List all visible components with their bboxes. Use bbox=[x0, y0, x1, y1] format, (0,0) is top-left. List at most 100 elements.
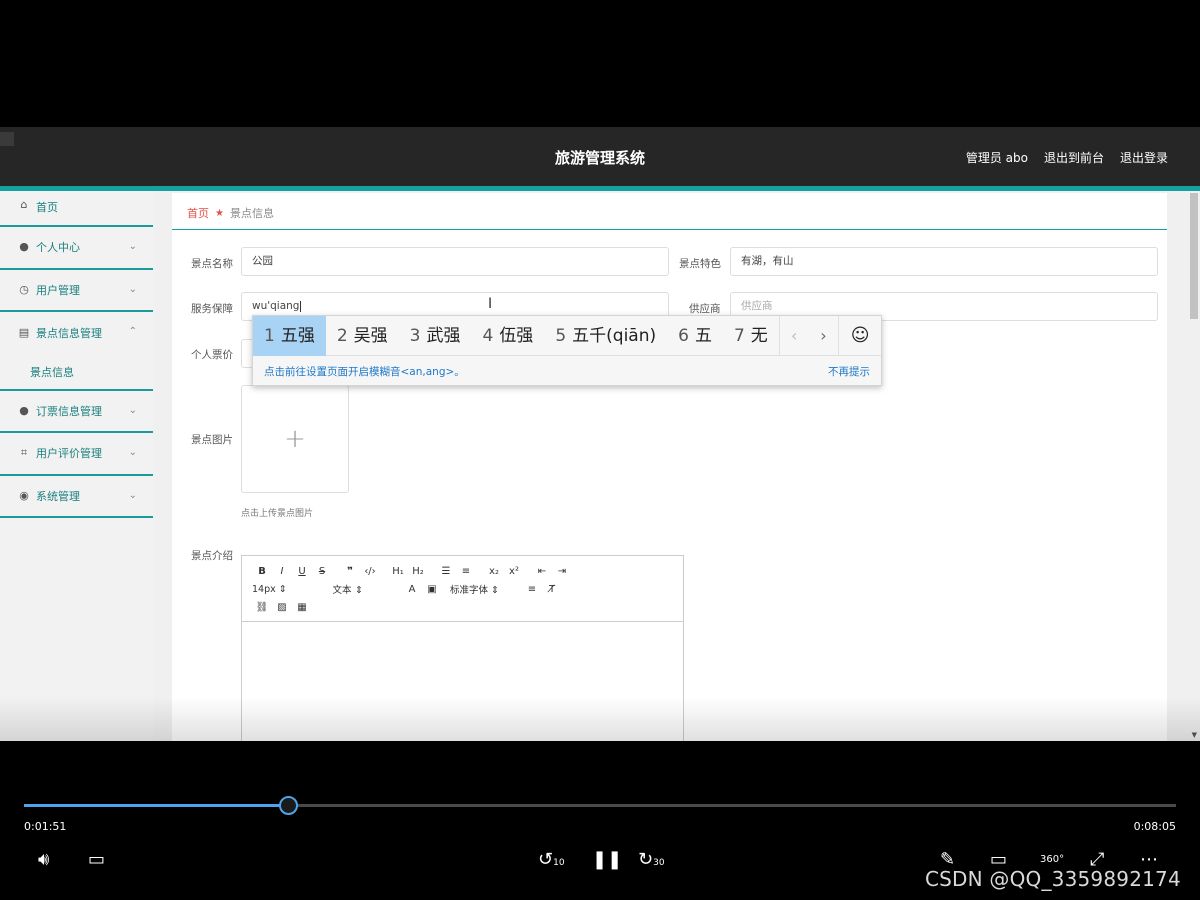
sidebar-item-review-management[interactable]: ⌗ 用户评价管理 ⌄ bbox=[0, 433, 153, 476]
candidate-number: 7 bbox=[733, 325, 745, 346]
candidate-number: 6 bbox=[678, 325, 689, 346]
video-icon[interactable]: ▦ bbox=[292, 602, 312, 613]
sidebar-item-label: 首页 bbox=[36, 201, 58, 214]
font-family-select[interactable]: 标准字体 ⇕ bbox=[450, 582, 522, 596]
attraction-feature-input[interactable]: 有湖，有山 bbox=[730, 247, 1158, 276]
heading1-icon[interactable]: H₁ bbox=[388, 566, 408, 577]
user-icon: ● bbox=[19, 240, 29, 254]
code-block-icon[interactable]: ‹/› bbox=[360, 566, 380, 577]
ime-candidate[interactable]: 7无 bbox=[723, 316, 779, 356]
sidebar-item-label: 用户评价管理 bbox=[36, 447, 102, 461]
sidebar-item-system-management[interactable]: ◉ 系统管理 ⌄ bbox=[0, 476, 153, 518]
breadcrumb-home[interactable]: 首页 bbox=[187, 205, 209, 221]
ime-next-page-icon[interactable]: › bbox=[809, 316, 839, 356]
toolbar-row-1: B I U S ❞ ‹/› H₁ H₂ ☰ ≡ x₂ x² ⇤ ⇥ bbox=[252, 562, 673, 580]
sidebar-item-label: 系统管理 bbox=[36, 489, 80, 503]
toolbar-row-3: ⛓ ▨ ▦ bbox=[252, 598, 673, 616]
image-icon[interactable]: ▨ bbox=[272, 602, 292, 613]
attraction-name-input[interactable]: 公园 bbox=[241, 247, 669, 276]
current-time: 0:01:51 bbox=[24, 820, 67, 833]
video-player-controls: 0:01:51 0:08:05 🔊︎ ▭ ↺10 ❚❚ ↻30 ✎ ▭ 360°… bbox=[0, 741, 1200, 900]
emoji-icon[interactable]: ☺ bbox=[838, 315, 881, 356]
strike-icon[interactable]: S bbox=[312, 566, 332, 577]
ime-candidate[interactable]: 1 五强 bbox=[253, 315, 326, 356]
font-size-select[interactable]: 14px ⇕ bbox=[252, 584, 322, 595]
candidate-number: 1 bbox=[264, 325, 275, 346]
outdent-icon[interactable]: ⇤ bbox=[532, 566, 552, 577]
attraction-name-label: 景点名称 bbox=[191, 258, 233, 270]
ime-fuzzy-tip-link[interactable]: 点击前往设置页面开启模糊音<an,ang>。 bbox=[264, 364, 465, 379]
ime-candidate[interactable]: 2 吴强 bbox=[326, 316, 399, 356]
vr-360-button[interactable]: 360° bbox=[1040, 854, 1064, 865]
candidate-number: 2 bbox=[336, 325, 348, 346]
candidate-number: 4 bbox=[482, 325, 494, 346]
blockquote-icon[interactable]: ❞ bbox=[340, 566, 360, 577]
header-accent-line bbox=[0, 186, 1200, 191]
align-icon[interactable]: ≡ bbox=[522, 584, 542, 595]
window-menu-icon[interactable] bbox=[0, 132, 14, 146]
seek-bar[interactable] bbox=[24, 796, 1176, 815]
app-frame: 旅游管理系统 管理员 abo 退出到前台 退出登录 ⌂ 首页 ● 个人中心 ⌄ … bbox=[0, 127, 1200, 741]
ime-dismiss-link[interactable]: 不再提示 bbox=[828, 364, 870, 379]
underline-icon[interactable]: U bbox=[292, 566, 312, 577]
forward-button[interactable]: ↻30 bbox=[638, 849, 665, 870]
ime-candidate[interactable]: 4 伍强 bbox=[471, 316, 544, 356]
breadcrumb: 首页 ★ 景点信息 bbox=[187, 205, 274, 221]
candidate-text: 无 bbox=[750, 325, 768, 346]
breadcrumb-current: 景点信息 bbox=[229, 207, 274, 220]
chevron-down-icon: ⌄ bbox=[128, 283, 137, 295]
text-style-value: 文本 bbox=[332, 585, 352, 596]
bullet-list-icon[interactable]: ≡ bbox=[456, 566, 476, 577]
logout-link[interactable]: 退出登录 bbox=[1120, 149, 1168, 166]
pause-icon[interactable]: ❚❚ bbox=[592, 849, 622, 870]
text-cursor-icon: I bbox=[488, 296, 493, 312]
indent-icon[interactable]: ⇥ bbox=[552, 566, 572, 577]
sidebar-item-home[interactable]: ⌂ 首页 bbox=[0, 191, 153, 227]
chevron-down-icon: ⌄ bbox=[128, 241, 137, 252]
sidebar-item-user-management[interactable]: ◷ 用户管理 ⌄ bbox=[0, 270, 153, 312]
sidebar-item-personal-center[interactable]: ● 个人中心 ⌄ bbox=[0, 227, 153, 270]
scrollbar-thumb[interactable] bbox=[1190, 193, 1198, 319]
text-style-select[interactable]: 文本 ⇕ bbox=[332, 582, 402, 596]
candidate-text: 五千(qiān) bbox=[572, 325, 657, 346]
candidate-text: 伍强 bbox=[499, 325, 534, 346]
link-icon[interactable]: ⛓ bbox=[252, 602, 272, 613]
image-upload-box[interactable]: + bbox=[241, 385, 349, 493]
seek-bar-handle[interactable] bbox=[278, 796, 298, 815]
ordered-list-icon[interactable]: ☰ bbox=[436, 566, 456, 577]
candidate-number: 3 bbox=[409, 325, 421, 346]
superscript-icon[interactable]: x² bbox=[504, 566, 524, 577]
vr-360-label: 360° bbox=[1040, 854, 1065, 865]
attraction-image-label: 景点图片 bbox=[191, 434, 233, 446]
subtitles-icon[interactable]: ▭ bbox=[88, 849, 105, 870]
ime-candidate[interactable]: 3 武强 bbox=[399, 316, 472, 356]
font-color-icon[interactable]: A bbox=[402, 584, 422, 595]
volume-icon[interactable]: 🔊︎ bbox=[38, 849, 49, 870]
sidebar-item-booking-management[interactable]: ● 订票信息管理 ⌄ bbox=[0, 391, 153, 433]
italic-icon[interactable]: I bbox=[272, 566, 292, 577]
compass-icon: ◉ bbox=[19, 488, 29, 502]
upload-hint: 点击上传景点图片 bbox=[241, 509, 314, 519]
sidebar-item-attraction-management[interactable]: ▤ 景点信息管理 ⌃ bbox=[0, 312, 153, 355]
ime-tip-bar: 点击前往设置页面开启模糊音<an,ang>。 不再提示 bbox=[253, 356, 881, 386]
heading2-icon[interactable]: H₂ bbox=[408, 566, 428, 577]
ime-prev-page-icon[interactable]: ‹ bbox=[778, 315, 809, 356]
home-icon: ⌂ bbox=[20, 198, 28, 211]
header-actions: 管理员 abo 退出到前台 退出登录 bbox=[966, 149, 1168, 166]
service-guarantee-value: wu'qiang bbox=[252, 300, 300, 312]
subscript-icon[interactable]: x₂ bbox=[484, 566, 504, 577]
font-size-value: 14px bbox=[252, 583, 276, 595]
ime-candidate[interactable]: 6五 bbox=[667, 316, 723, 356]
scroll-down-arrow-icon[interactable]: ▼ bbox=[1192, 731, 1197, 739]
font-family-value: 标准字体 bbox=[450, 585, 489, 596]
supplier-label: 供应商 bbox=[689, 303, 721, 315]
background-color-icon[interactable]: ▣ bbox=[422, 584, 442, 595]
chevron-down-icon: ⌄ bbox=[128, 404, 137, 416]
bold-icon[interactable]: B bbox=[252, 566, 272, 577]
ime-candidate[interactable]: 5 五千(qiān) bbox=[544, 316, 667, 356]
exit-to-front-link[interactable]: 退出到前台 bbox=[1044, 149, 1104, 166]
clear-format-icon[interactable]: T̸ bbox=[542, 584, 562, 595]
candidate-number: 5 bbox=[555, 325, 567, 346]
sidebar-subitem-attraction-info[interactable]: 景点信息 bbox=[0, 355, 153, 391]
rewind-button[interactable]: ↺10 bbox=[538, 849, 565, 870]
